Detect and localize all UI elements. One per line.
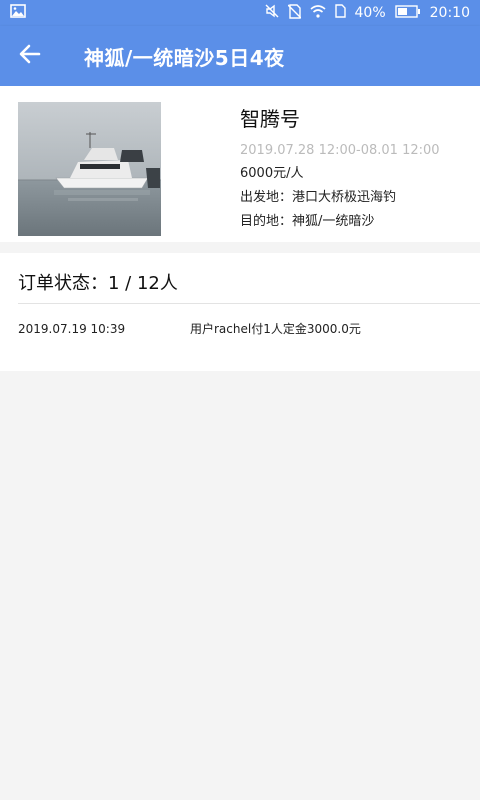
record-time: 2019.07.19 10:39: [18, 322, 126, 336]
boat-photo: [18, 102, 161, 236]
page-title: 神狐/一统暗沙5日4夜: [84, 45, 285, 70]
record-description: 用户rachel付1人定金3000.0元: [190, 322, 361, 336]
departure-location: 出发地：港口大桥极迅海钓: [240, 190, 397, 205]
destination: 目的地：神狐/一统暗沙: [240, 214, 375, 229]
mute-icon: [265, 4, 279, 22]
clock: 20:10: [429, 5, 470, 21]
battery-percent: 40%: [354, 5, 386, 21]
app-bar: 神狐/一统暗沙5日4夜: [0, 26, 480, 86]
sim-icon: [334, 4, 346, 22]
trip-card[interactable]: 智腾号 2019.07.28 12:00-08.01 12:00 6000元/人…: [0, 86, 480, 242]
trip-dates: 2019.07.28 12:00-08.01 12:00: [240, 143, 440, 158]
trip-price: 6000元/人: [240, 166, 304, 181]
back-button[interactable]: [0, 26, 60, 86]
arrow-left-icon: [19, 44, 41, 68]
wifi-icon: [309, 4, 326, 22]
divider: [18, 303, 480, 304]
no-sim-icon: [287, 3, 302, 23]
order-status: 订单状态：1 / 12人: [18, 273, 178, 294]
order-section: 订单状态：1 / 12人 2019.07.19 10:39 用户rachel付1…: [0, 253, 480, 371]
battery-icon: [394, 4, 421, 22]
boat-name: 智腾号: [240, 107, 300, 131]
status-bar: 40% 20:10: [0, 0, 480, 26]
image-icon: [10, 4, 26, 22]
list-item: 2019.07.19 10:39 用户rachel付1人定金3000.0元: [18, 319, 462, 339]
